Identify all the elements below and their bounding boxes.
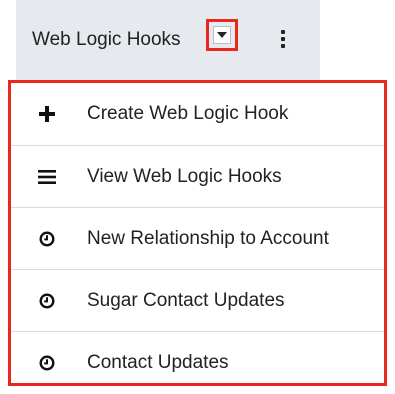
- menu-item-label: New Relationship to Account: [87, 227, 329, 249]
- clock-icon: [35, 289, 59, 313]
- kebab-dot: [281, 37, 285, 41]
- menu-item-label: View Web Logic Hooks: [87, 165, 282, 187]
- menu-item-sugar-contact-updates[interactable]: Sugar Contact Updates: [11, 269, 384, 331]
- module-tab-label: Web Logic Hooks: [32, 29, 181, 50]
- plus-icon: [35, 102, 59, 126]
- caret-down-icon: [213, 26, 231, 44]
- menu-item-contact-updates[interactable]: Contact Updates: [11, 331, 384, 393]
- menu-item-label: Contact Updates: [87, 351, 229, 373]
- dropdown-menu-list: Create Web Logic Hook View Web Logic Hoo…: [11, 83, 384, 393]
- clock-icon: [35, 351, 59, 375]
- module-menu-toggle-button[interactable]: [206, 19, 238, 51]
- kebab-vertical-icon: [281, 30, 285, 34]
- menu-item-label: Sugar Contact Updates: [87, 289, 285, 311]
- module-tab-bar: Web Logic Hooks: [16, 0, 320, 80]
- screenshot-stage: Web Logic Hooks Create Web Logic Hook Vi…: [0, 0, 395, 394]
- more-options-button[interactable]: [271, 24, 295, 54]
- menu-item-label: Create Web Logic Hook: [87, 103, 289, 124]
- module-tab-web-logic-hooks[interactable]: Web Logic Hooks: [32, 22, 181, 58]
- menu-item-view-web-logic-hooks[interactable]: View Web Logic Hooks: [11, 145, 384, 207]
- list-icon: [35, 165, 59, 189]
- clock-icon: [35, 227, 59, 251]
- menu-item-new-relationship-to-account[interactable]: New Relationship to Account: [11, 207, 384, 269]
- kebab-dot: [281, 44, 285, 48]
- menu-item-create-web-logic-hook[interactable]: Create Web Logic Hook: [11, 83, 384, 145]
- module-dropdown-menu: Create Web Logic Hook View Web Logic Hoo…: [8, 80, 387, 386]
